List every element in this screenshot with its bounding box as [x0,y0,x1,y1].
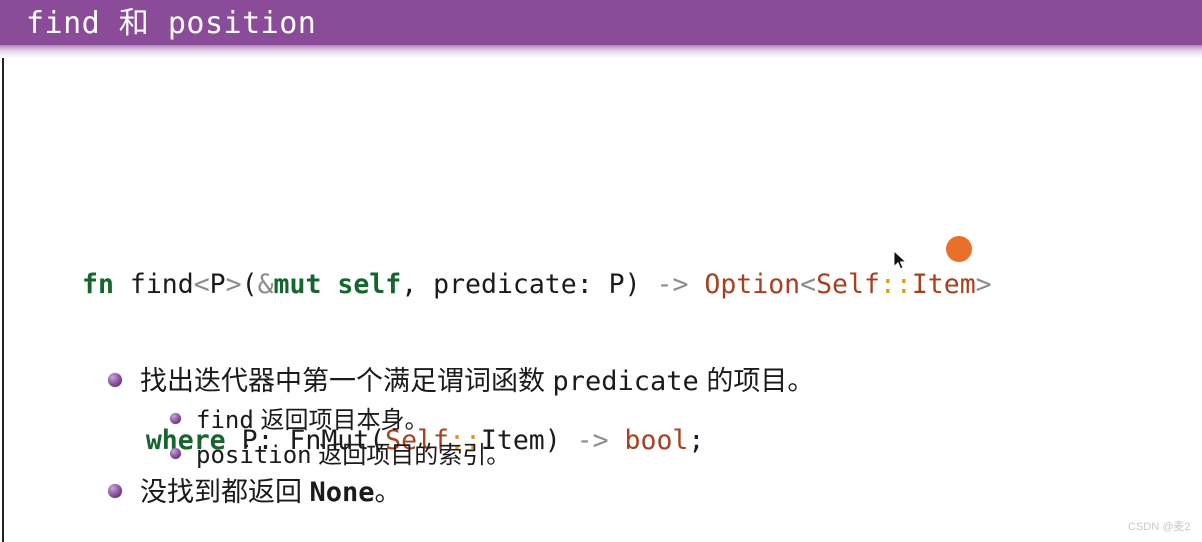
bullet-sphere-icon [108,373,122,387]
bullet-text: find 返回项目本身。 [196,403,428,438]
bullet-text-fragment: 返回项目本身。 [253,407,429,434]
slide-header-fade [0,45,1202,58]
code-token-self-type: Self [816,269,880,300]
bullet-text: 没找到都返回 None。 [140,473,402,512]
code-token-generic-p: P [209,269,226,300]
bullet-text-fragment: 没找到都返回 [140,477,310,507]
code-token-space1 [321,269,337,300]
code-token-generic-close: > [225,269,242,300]
bullet-sphere-icon [170,448,181,459]
code-token-item: Item [911,269,976,300]
bullet-text-fragment: 返回项目的索引。 [311,442,511,469]
bullet-text: 找出迭代器中第一个满足谓词函数 predicate 的项目。 [140,362,814,401]
bullet-none-when-not-found: 没找到都返回 None。 [108,473,1108,512]
csdn-watermark: CSDN @麦2 [1128,521,1191,533]
bullet-text-fragment: predicate [552,366,699,397]
mouse-cursor-icon [893,249,909,272]
code-token-paren-open: ( [241,269,258,300]
code-token-generic-open-2: < [800,269,817,300]
code-token-option: Option [704,269,801,300]
code-token-generic-close-2: > [975,269,992,300]
code-token-paren-close: ) [624,269,641,300]
code-line-find-signature: fn find<P>(&mut self, predicate: P) -> O… [82,265,992,304]
code-token-ampersand: & [257,269,274,300]
bullet-text-fragment: None [309,477,375,508]
slide: find 和 position fn find<P>(&mut self, pr… [0,0,1202,542]
page-title: find 和 position [26,6,317,41]
bullet-find-first: 找出迭代器中第一个满足谓词函数 predicate 的项目。 [108,362,1108,401]
bullet-text-fragment: find [196,406,254,434]
bullet-position-returns-index: position 返回项目的索引。 [170,438,1108,473]
code-token-self: self [337,269,402,300]
bullet-text: position 返回项目的索引。 [196,438,510,473]
code-token-predicate-param: , predicate: P [401,269,625,300]
code-token-arrow: -> [640,269,705,300]
code-token-fn: fn [82,269,114,300]
slide-left-border [2,48,4,542]
code-token-find-name: find [113,269,194,300]
laser-pointer-dot [946,236,972,262]
bullet-text-fragment: 找出迭代器中第一个满足谓词函数 [140,366,553,396]
bullet-text-fragment: position [196,441,312,469]
bullet-list: 找出迭代器中第一个满足谓词函数 predicate 的项目。 find 返回项目本… [108,362,1108,514]
bullet-sphere-icon [170,413,181,424]
code-token-mut: mut [273,269,322,300]
code-token-coloncolon: :: [879,269,912,300]
bullet-sphere-icon [108,484,122,498]
bullet-text-fragment: 的项目。 [698,366,815,396]
bullet-find-returns-item: find 返回项目本身。 [170,403,1108,438]
bullet-text-fragment: 。 [374,477,402,507]
code-token-generic-open: < [193,269,210,300]
